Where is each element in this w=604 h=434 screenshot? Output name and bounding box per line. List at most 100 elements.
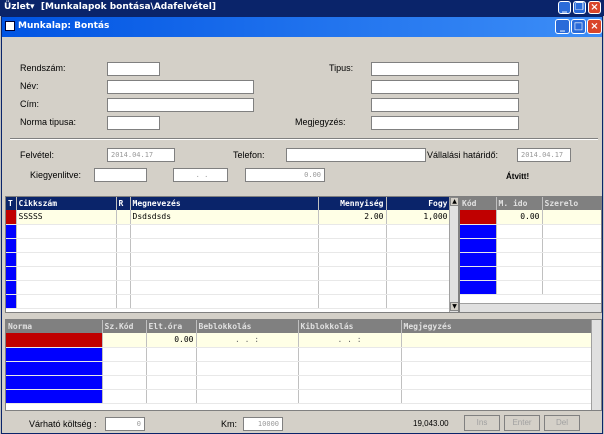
kiegyenlitve-date-field[interactable]: . . [173,168,228,182]
table-row[interactable]: SSSSS Dsdsdsds 2.00 1,000 [6,210,451,225]
row-indicator[interactable] [6,238,17,253]
table-row[interactable] [6,280,451,295]
app-menu[interactable]: Üzlet [4,2,30,12]
table-row[interactable] [6,224,451,239]
total-value: 19,043.00 [413,419,449,428]
norma-tipusa-label: Norma tipusa: [20,117,77,127]
cell-kiblokkolas[interactable]: . . : [298,333,402,348]
col-megnevezes[interactable]: Megnevezés [130,197,319,210]
col-kod[interactable]: Kód [460,197,497,210]
km-field[interactable]: 10000 [243,417,283,431]
cim-field[interactable] [107,98,254,112]
cell-szerelo[interactable] [542,210,601,225]
norma-grid[interactable]: Norma Sz.Kód Elt.óra Beblokkolás Kiblokk… [5,319,602,411]
cell-beblokkolas[interactable]: . . : [196,333,299,348]
outer-minimize-button[interactable]: _ [558,1,571,14]
row-indicator[interactable] [6,252,17,267]
hatarido-field[interactable]: 2014.04.17 [517,148,571,162]
table-row[interactable] [460,238,601,253]
col-fogy[interactable]: Fogy [386,197,451,210]
megjegyzes-field[interactable] [371,116,519,130]
table-row[interactable] [460,252,601,267]
norma-vscroll[interactable] [591,320,601,410]
norma-tipusa-field[interactable] [107,116,160,130]
side-hscroll[interactable] [460,303,601,312]
parts-grid[interactable]: T Cikkszám R Megnevezés Mennyiség Fogy S… [5,196,459,313]
table-row[interactable] [6,294,451,309]
row-indicator[interactable] [6,210,17,225]
col-m-ido[interactable]: M. ido [496,197,543,210]
col-r[interactable]: R [116,197,131,210]
col-megjegyzes[interactable]: Megjegyzés [401,320,592,333]
table-row[interactable] [460,266,601,281]
kiegyenlitve-field[interactable] [94,168,147,182]
table-row[interactable] [460,280,601,295]
outer-close-button[interactable]: × [588,1,601,14]
col-beblokkolas[interactable]: Beblokkolás [196,320,299,333]
enter-button[interactable]: Enter [504,415,540,431]
row-indicator[interactable] [6,266,17,281]
table-row[interactable] [6,347,592,362]
minimize-button[interactable]: _ [555,19,570,34]
megjegyzes-label: Megjegyzés: [295,117,346,127]
km-label: Km: [221,419,238,429]
table-row[interactable] [6,389,592,404]
cell-m-ido[interactable]: 0.00 [496,210,543,225]
outer-restore-button[interactable]: ❐ [573,1,586,14]
ins-button[interactable]: Ins [464,415,500,431]
kiegyenlitve-amount-field[interactable]: 0.00 [245,168,325,182]
maximize-button[interactable]: □ [571,19,586,34]
telefon-field[interactable] [286,148,426,162]
cell-kod[interactable] [460,210,497,225]
varhato-label: Várható költség : [29,419,97,429]
tipus-field[interactable] [371,62,519,76]
table-row[interactable] [6,252,451,267]
cell-megnevezes[interactable]: Dsdsdsds [130,210,319,225]
table-row[interactable] [460,224,601,239]
nev-field[interactable] [107,80,254,94]
col-t[interactable]: T [6,197,17,210]
table-row[interactable] [6,238,451,253]
tipus-extra-field-2[interactable] [371,98,519,112]
table-row[interactable] [6,375,592,390]
scroll-down-icon[interactable]: ▼ [450,302,458,311]
table-row[interactable] [6,361,592,376]
varhato-field[interactable]: 0 [105,417,145,431]
scroll-up-icon[interactable]: ▲ [450,197,458,206]
dialog-title-bar: Munkalap: Bontás _ □ × [2,17,602,37]
col-szkod[interactable]: Sz.Kód [102,320,147,333]
atvitt-label: Átvitt! [506,172,530,181]
rendszam-label: Rendszám: [20,63,66,73]
parts-vscroll[interactable]: ▲ ▼ [449,197,458,312]
col-cikkszam[interactable]: Cikkszám [16,197,117,210]
close-button[interactable]: × [587,19,602,34]
table-row[interactable]: 0.00 . . : . . : [6,333,592,348]
col-kiblokkolas[interactable]: Kiblokkolás [298,320,402,333]
row-indicator[interactable] [6,294,17,309]
cell-cikkszam[interactable]: SSSSS [16,210,117,225]
app-window-title: [Munkalapok bontása\Adafelvétel] [40,2,216,12]
table-row[interactable]: 0.00 [460,210,601,225]
col-norma[interactable]: Norma [6,320,103,333]
cell-megjegyzes[interactable] [401,333,592,348]
cell-elt-ora[interactable]: 0.00 [146,333,197,348]
table-row[interactable] [6,266,451,281]
del-button[interactable]: Del [544,415,580,431]
col-szerelo[interactable]: Szerelo [542,197,601,210]
tipus-extra-field-1[interactable] [371,80,519,94]
row-indicator[interactable] [6,224,17,239]
rendszam-field[interactable] [107,62,160,76]
row-indicator[interactable] [6,280,17,295]
app-title-bar: Üzlet▾ [Munkalapok bontása\Adafelvétel] … [0,0,604,16]
cell-r[interactable] [116,210,131,225]
cell-fogy[interactable]: 1,000 [386,210,451,225]
cell-mennyiseg[interactable]: 2.00 [318,210,387,225]
col-mennyiseg[interactable]: Mennyiség [318,197,387,210]
cim-label: Cím: [20,99,39,109]
side-grid[interactable]: Kód M. ido Szerelo 0.00 [459,196,602,313]
cell-norma[interactable] [6,333,103,348]
felvetel-field[interactable]: 2014.04.17 [107,148,175,162]
norma-header-row: Norma Sz.Kód Elt.óra Beblokkolás Kiblokk… [6,320,592,333]
cell-szkod[interactable] [102,333,147,348]
col-elt-ora[interactable]: Elt.óra [146,320,197,333]
